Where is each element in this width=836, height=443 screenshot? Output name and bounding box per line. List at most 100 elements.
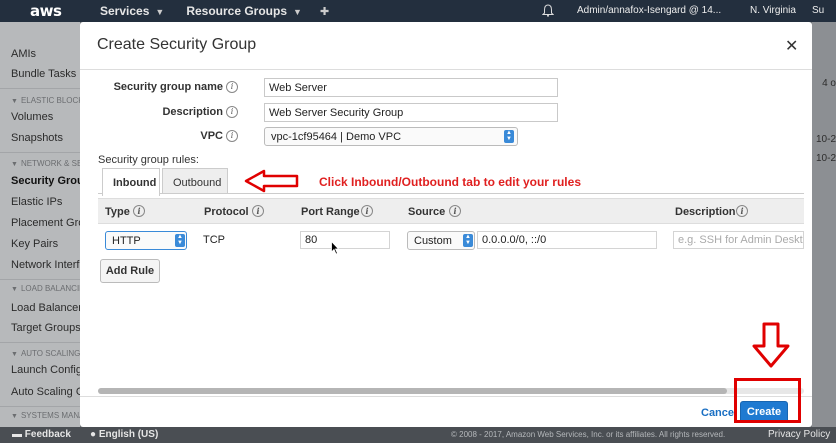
resource-groups-menu[interactable]: Resource Groups ▼ bbox=[186, 4, 302, 18]
mouse-cursor-icon bbox=[331, 241, 339, 255]
info-icon[interactable]: i bbox=[226, 130, 238, 142]
region-menu[interactable]: N. Virginia bbox=[750, 5, 796, 16]
security-group-name-input[interactable]: Web Server bbox=[264, 78, 558, 97]
sidebar-item-amis[interactable]: AMIs bbox=[0, 48, 80, 60]
sidebar-section-network[interactable]: ▼NETWORK & SECURITY bbox=[0, 159, 80, 168]
sidebar-divider bbox=[0, 279, 80, 280]
info-icon[interactable]: i bbox=[361, 205, 373, 217]
sidebar-divider bbox=[0, 406, 80, 407]
scrollbar-thumb[interactable] bbox=[98, 388, 727, 394]
highlight-box bbox=[734, 378, 801, 423]
sidebar-item-volumes[interactable]: Volumes bbox=[0, 111, 80, 123]
select-arrows-icon[interactable]: ▲ ▼ bbox=[463, 234, 473, 247]
sidebar-item-security-groups[interactable]: Security Groups bbox=[0, 175, 80, 187]
background-value: 10-2 bbox=[815, 134, 836, 145]
globe-icon: ● bbox=[90, 429, 99, 440]
modal-body: Security group name i Web Server Descrip… bbox=[88, 70, 804, 396]
rules-table-header: Type i Protocol i Port Range i Source i Desc… bbox=[98, 198, 804, 224]
feedback-icon: ▬ bbox=[12, 429, 25, 440]
info-icon[interactable]: i bbox=[133, 205, 145, 217]
sidebar-item-auto-scaling-groups[interactable]: Auto Scaling Groups bbox=[0, 386, 80, 398]
sidebar-section-label: AUTO SCALING bbox=[20, 349, 80, 358]
language-selector[interactable]: ● English (US) bbox=[90, 429, 158, 440]
sidebar-item-elastic-ips[interactable]: Elastic IPs bbox=[0, 196, 80, 208]
header-type: Type i bbox=[105, 205, 145, 218]
vpc-label: VPC bbox=[200, 130, 223, 142]
privacy-policy-link[interactable]: Privacy Policy bbox=[768, 429, 830, 440]
feedback-label: Feedback bbox=[24, 429, 71, 440]
sidebar-item-launch-configurations[interactable]: Launch Configurations bbox=[0, 364, 80, 376]
info-icon[interactable]: i bbox=[449, 205, 461, 217]
security-group-name-label: Security group name bbox=[113, 81, 223, 93]
account-menu[interactable]: Admin/annafox-Isengard @ 14... bbox=[577, 5, 721, 16]
feedback-link[interactable]: ▬ Feedback bbox=[12, 429, 71, 440]
pin-icon[interactable]: ✚ bbox=[320, 5, 329, 18]
sidebar-section-label: SYSTEMS MANAGER bbox=[20, 411, 80, 420]
sidebar-item-target-groups[interactable]: Target Groups bbox=[0, 322, 80, 334]
modal-title: Create Security Group bbox=[97, 36, 257, 53]
chevron-down-icon: ▼ bbox=[293, 7, 302, 17]
sidebar-item-snapshots[interactable]: Snapshots bbox=[0, 132, 80, 144]
vpc-select-value: vpc-1cf95464 | Demo VPC bbox=[271, 131, 402, 143]
background-page: 4 o 10-2 10-2 bbox=[812, 22, 836, 427]
tab-inbound[interactable]: Inbound bbox=[102, 168, 160, 196]
add-rule-button[interactable]: Add Rule bbox=[100, 259, 160, 283]
copyright-text: © 2008 - 2017, Amazon Web Services, Inc.… bbox=[451, 430, 726, 439]
select-arrows-icon[interactable]: ▲ ▼ bbox=[175, 234, 185, 247]
modal-footer: Cancel Create bbox=[80, 396, 812, 427]
info-icon[interactable]: i bbox=[226, 81, 238, 93]
aws-logo[interactable]: aws bbox=[0, 2, 78, 20]
sidebar-divider bbox=[0, 88, 80, 89]
sidebar-item-bundle-tasks[interactable]: Bundle Tasks bbox=[0, 68, 80, 80]
close-icon[interactable]: ✕ bbox=[785, 36, 798, 56]
sidebar-section-label: NETWORK & SECURITY bbox=[20, 159, 80, 168]
sidebar-section-ebs[interactable]: ▼ELASTIC BLOCK STORE bbox=[0, 96, 80, 105]
select-arrows-icon[interactable]: ▲ ▼ bbox=[504, 130, 514, 143]
modal-header: Create Security Group ✕ bbox=[80, 22, 812, 70]
support-menu[interactable]: Su bbox=[812, 5, 824, 16]
info-icon[interactable]: i bbox=[226, 106, 238, 118]
source-cidr-input[interactable]: 0.0.0.0/0, ::/0 bbox=[477, 231, 657, 249]
services-label: Services bbox=[100, 4, 150, 18]
sidebar-divider bbox=[0, 342, 80, 343]
triangle-down-icon: ▼ bbox=[11, 286, 18, 293]
header-label: Description bbox=[675, 206, 736, 218]
horizontal-scrollbar[interactable] bbox=[98, 388, 804, 394]
description-input[interactable]: Web Server Security Group bbox=[264, 103, 558, 122]
rule-description-input[interactable]: e.g. SSH for Admin Desktop bbox=[673, 231, 804, 249]
sidebar-item-key-pairs[interactable]: Key Pairs bbox=[0, 238, 80, 250]
sidebar-divider bbox=[0, 152, 80, 153]
info-icon[interactable]: i bbox=[252, 205, 264, 217]
background-value: 4 o bbox=[822, 78, 836, 89]
language-label: English (US) bbox=[98, 429, 159, 440]
sidebar-section-load-balancing[interactable]: ▼LOAD BALANCING bbox=[0, 284, 80, 293]
footer-bar: ▬ Feedback ● English (US) © 2008 - 2017,… bbox=[0, 427, 836, 443]
sidebar-item-placement-groups[interactable]: Placement Groups bbox=[0, 217, 80, 229]
sidebar-section-label: ELASTIC BLOCK STORE bbox=[20, 96, 80, 105]
annotation-text: Click Inbound/Outbound tab to edit your … bbox=[319, 175, 581, 189]
bell-icon[interactable] bbox=[542, 4, 554, 17]
tab-divider bbox=[98, 193, 804, 194]
sidebar-item-network-interfaces[interactable]: Network Interfaces bbox=[0, 259, 80, 271]
header-label: Type bbox=[105, 206, 130, 218]
services-menu[interactable]: Services ▼ bbox=[100, 4, 164, 18]
vpc-select[interactable]: vpc-1cf95464 | Demo VPC bbox=[264, 127, 518, 146]
rule-type-value: HTTP bbox=[112, 235, 141, 247]
description-label: Description bbox=[162, 106, 223, 118]
sidebar: AMIs Bundle Tasks ▼ELASTIC BLOCK STORE V… bbox=[0, 22, 80, 427]
triangle-down-icon: ▼ bbox=[11, 98, 18, 105]
sidebar-section-auto-scaling[interactable]: ▼ AUTO SCALING bbox=[0, 349, 80, 358]
header-description: Description i bbox=[675, 205, 748, 218]
create-security-group-dialog: Create Security Group ✕ Security group n… bbox=[80, 22, 812, 427]
tab-outbound[interactable]: Outbound bbox=[162, 168, 228, 194]
cancel-button[interactable]: Cancel bbox=[701, 407, 737, 419]
triangle-down-icon: ▼ bbox=[11, 413, 18, 420]
sidebar-section-systems-manager[interactable]: ▼SYSTEMS MANAGER bbox=[0, 411, 80, 420]
header-label: Port Range bbox=[301, 206, 360, 218]
info-icon[interactable]: i bbox=[736, 205, 748, 217]
sidebar-item-load-balancers[interactable]: Load Balancers bbox=[0, 302, 80, 314]
port-range-input[interactable]: 80 bbox=[300, 231, 390, 249]
down-arrow-annotation-icon bbox=[752, 322, 790, 368]
left-arrow-annotation-icon bbox=[244, 169, 299, 193]
top-nav-bar: aws Services ▼ Resource Groups ▼ ✚ Admin/a… bbox=[0, 0, 836, 22]
